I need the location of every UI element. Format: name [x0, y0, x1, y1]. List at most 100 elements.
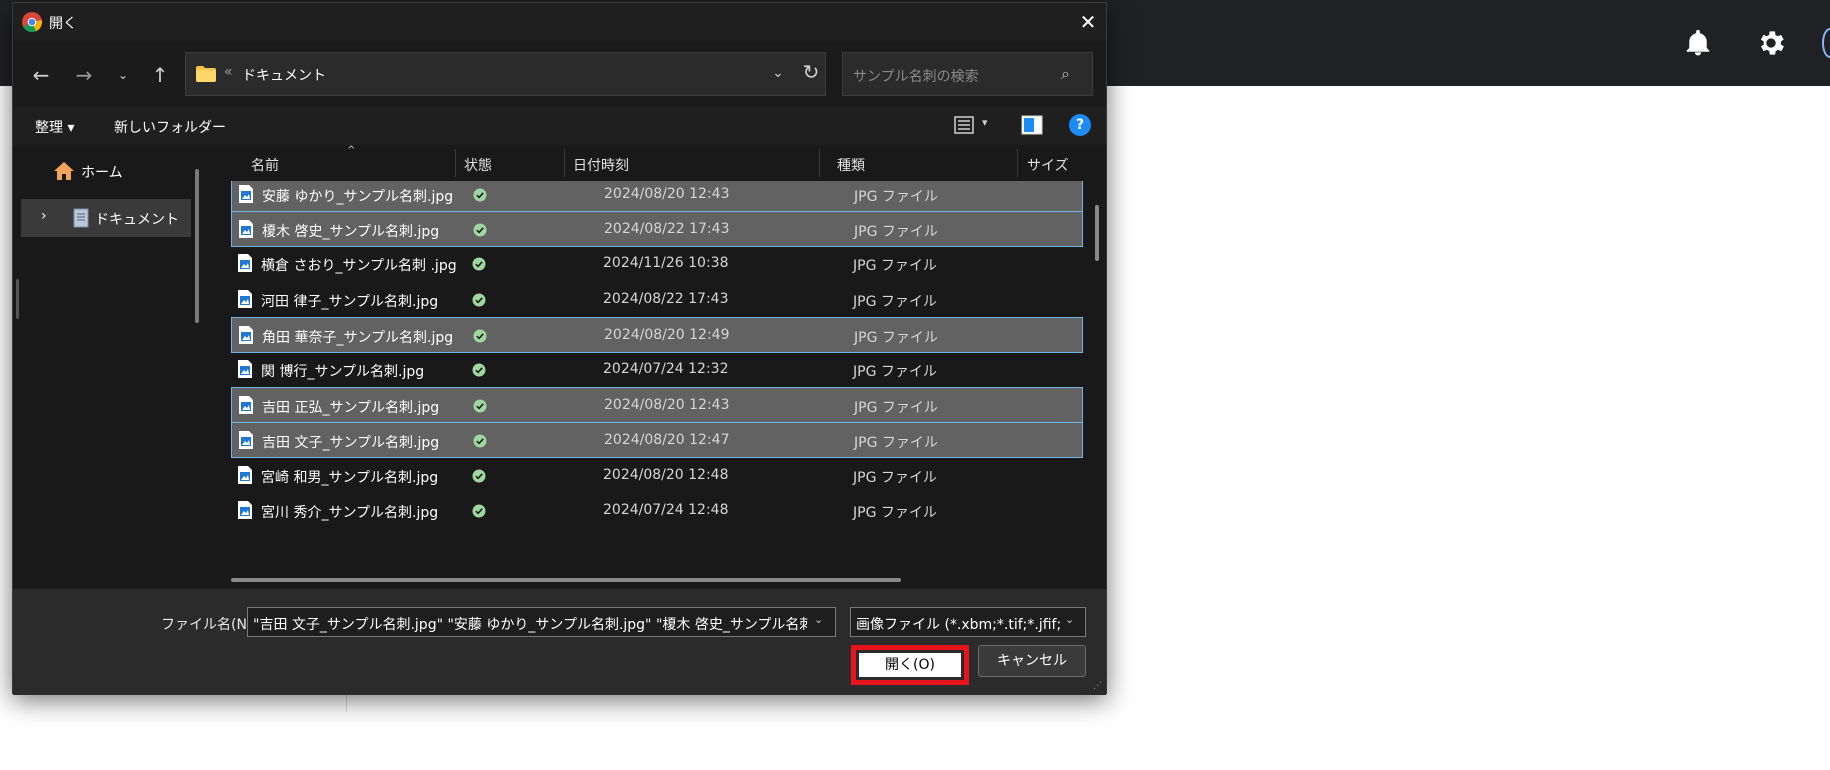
file-date: 2024/08/20 12:43 — [604, 397, 730, 414]
sidebar-item-documents[interactable]: › ドキュメント — [21, 199, 191, 237]
cancel-button[interactable]: キャンセル — [978, 645, 1086, 677]
image-file-icon — [238, 465, 252, 484]
chevron-right-icon[interactable]: › — [41, 208, 47, 224]
filetype-value: 画像ファイル (*.xbm;*.tif;*.jfif;*.pjp — [856, 617, 1061, 633]
table-row[interactable]: 横倉 さおり_サンプル名刺 .jpg 2024/11/26 10:38 JPG ファ… — [231, 246, 1083, 282]
sidebar-scrollbar[interactable] — [195, 169, 199, 323]
file-name: 角田 華奈子_サンプル名刺.jpg — [262, 329, 454, 346]
table-row[interactable]: 榎木 啓史_サンプル名刺.jpg 2024/08/22 17:43 JPG ファイル — [231, 211, 1083, 248]
file-type: JPG ファイル — [854, 329, 938, 346]
column-divider[interactable] — [564, 149, 565, 177]
image-file-icon — [238, 254, 252, 273]
file-name: 横倉 さおり_サンプル名刺 .jpg — [261, 258, 457, 275]
new-folder-button[interactable]: 新しいフォルダー — [114, 117, 226, 137]
file-date: 2024/08/20 12:49 — [604, 326, 730, 343]
chevron-down-icon[interactable]: ⌄ — [1065, 613, 1074, 626]
organize-button[interactable]: 整理 ▾ — [35, 117, 74, 137]
column-header-size[interactable]: サイズ — [1027, 155, 1069, 175]
filetype-select[interactable]: 画像ファイル (*.xbm;*.tif;*.jfif;*.pjp ⌄ — [850, 607, 1086, 637]
view-options-chevron-icon[interactable]: ▾ — [982, 116, 988, 129]
file-type: JPG ファイル — [853, 364, 937, 380]
sync-status-icon — [473, 399, 487, 413]
open-button-highlight: 開く(O) — [851, 645, 969, 685]
table-row[interactable]: 角田 華奈子_サンプル名刺.jpg 2024/08/20 12:49 JPG ファイ… — [231, 316, 1083, 353]
resize-grip-icon[interactable]: ⋰ — [1093, 681, 1105, 693]
image-file-icon — [238, 500, 252, 519]
file-date: 2024/08/20 12:48 — [603, 466, 729, 483]
file-date: 2024/07/24 12:48 — [603, 501, 729, 518]
chevron-down-icon[interactable]: ⌄ — [766, 61, 790, 85]
column-header-row: ^ 名前 状態 日付時刻 種類 サイズ — [209, 145, 1089, 181]
gear-icon[interactable] — [1755, 27, 1787, 59]
refresh-icon[interactable]: ↻ — [798, 59, 824, 85]
sidebar-item-home[interactable]: ホーム — [33, 157, 203, 187]
table-row[interactable]: 関 博行_サンプル名刺.jpg 2024/07/24 12:32 JPG ファイル — [231, 352, 1083, 388]
view-list-icon[interactable] — [954, 116, 974, 134]
sync-status-icon — [472, 257, 486, 271]
close-button[interactable]: ✕ — [1073, 7, 1103, 37]
filename-label: ファイル名(N): — [161, 617, 258, 633]
vertical-scrollbar[interactable] — [1095, 205, 1099, 261]
sidebar-resize-handle[interactable] — [16, 279, 19, 319]
file-name: 宮川 秀介_サンプル名刺.jpg — [261, 504, 439, 521]
image-file-icon — [239, 220, 253, 239]
sync-status-icon — [473, 434, 487, 448]
folder-icon — [196, 66, 216, 82]
navigation-bar: ← → ⌄ ↑ « ドキュメント ⌄ ↻ サンプル名刺の検索 ⌕ — [13, 41, 1106, 107]
column-header-type[interactable]: 種類 — [837, 155, 865, 175]
table-row[interactable]: 宮崎 和男_サンプル名刺.jpg 2024/08/20 12:48 JPG ファイル — [231, 458, 1083, 494]
file-date: 2024/11/26 10:38 — [603, 255, 729, 272]
file-type: JPG ファイル — [854, 224, 938, 241]
bell-icon[interactable] — [1683, 28, 1713, 58]
file-list: 安藤 ゆかり_サンプル名刺.jpg 2024/08/20 12:43 JPG ファイ… — [209, 181, 1089, 571]
file-date: 2024/08/20 12:43 — [604, 186, 730, 202]
image-file-icon — [239, 325, 253, 344]
search-input[interactable]: サンプル名刺の検索 ⌕ — [842, 52, 1093, 96]
column-divider[interactable] — [1017, 149, 1018, 177]
address-bar[interactable]: « ドキュメント ⌄ ↻ — [185, 52, 826, 96]
file-name: 吉田 文子_サンプル名刺.jpg — [262, 435, 440, 452]
search-placeholder: サンプル名刺の検索 — [853, 69, 979, 85]
file-name: 関 博行_サンプル名刺.jpg — [261, 364, 425, 380]
dialog-title: 開く — [49, 16, 77, 32]
column-divider[interactable] — [455, 149, 456, 177]
help-icon[interactable]: ? — [1069, 114, 1091, 136]
sync-status-icon — [473, 223, 487, 237]
sync-status-icon — [472, 293, 486, 307]
sync-status-icon — [472, 504, 486, 518]
file-date: 2024/08/22 17:43 — [604, 221, 730, 238]
horizontal-scrollbar[interactable] — [231, 578, 901, 582]
up-folder-button[interactable]: ↑ — [146, 61, 174, 89]
preview-pane-icon[interactable] — [1021, 115, 1043, 135]
command-bar: 整理 ▾ 新しいフォルダー ▾ ? — [13, 107, 1106, 145]
column-header-name[interactable]: 名前 — [251, 155, 279, 175]
table-row[interactable]: 吉田 文子_サンプル名刺.jpg 2024/08/20 12:47 JPG ファイル — [231, 422, 1083, 459]
column-divider[interactable] — [819, 149, 820, 177]
file-name: 吉田 正弘_サンプル名刺.jpg — [262, 400, 440, 417]
back-button[interactable]: ← — [27, 61, 55, 89]
chevron-down-icon[interactable]: ⌄ — [814, 613, 823, 626]
file-name: 宮崎 和男_サンプル名刺.jpg — [261, 469, 439, 486]
breadcrumb[interactable]: ドキュメント — [242, 65, 326, 85]
search-icon[interactable]: ⌕ — [1061, 64, 1081, 84]
forward-button[interactable]: → — [70, 61, 98, 89]
file-type: JPG ファイル — [854, 189, 938, 205]
table-row[interactable]: 河田 律子_サンプル名刺.jpg 2024/08/22 17:43 JPG ファイル — [231, 282, 1083, 318]
sort-ascending-icon: ^ — [347, 145, 356, 156]
filename-value[interactable]: "吉田 文子_サンプル名刺.jpg" "安藤 ゆかり_サンプル名刺.jpg" "… — [253, 614, 808, 634]
file-list-pane: ^ 名前 状態 日付時刻 種類 サイズ 安藤 ゆかり_サンプル名刺.jpg 202… — [209, 145, 1106, 589]
recent-locations-button[interactable]: ⌄ — [109, 61, 137, 89]
breadcrumb-overflow-icon[interactable]: « — [224, 64, 233, 80]
open-file-dialog: 開く ✕ ← → ⌄ ↑ « ドキュメント ⌄ ↻ サンプル名刺の検索 ⌕ 整理… — [12, 2, 1107, 695]
sync-status-icon — [472, 469, 486, 483]
column-header-status[interactable]: 状態 — [464, 155, 492, 175]
document-icon — [73, 208, 89, 228]
image-file-icon — [239, 185, 253, 203]
filename-input[interactable]: "吉田 文子_サンプル名刺.jpg" "安藤 ゆかり_サンプル名刺.jpg" "… — [247, 607, 836, 637]
open-button[interactable]: 開く(O) — [859, 653, 961, 677]
table-row[interactable]: 吉田 正弘_サンプル名刺.jpg 2024/08/20 12:43 JPG ファイル — [231, 387, 1083, 424]
table-row[interactable]: 宮川 秀介_サンプル名刺.jpg 2024/07/24 12:48 JPG ファイル — [231, 493, 1083, 529]
table-row[interactable]: 安藤 ゆかり_サンプル名刺.jpg 2024/08/20 12:43 JPG ファイ… — [231, 181, 1083, 212]
dialog-titlebar: 開く ✕ — [13, 3, 1106, 41]
column-header-date[interactable]: 日付時刻 — [573, 155, 629, 175]
